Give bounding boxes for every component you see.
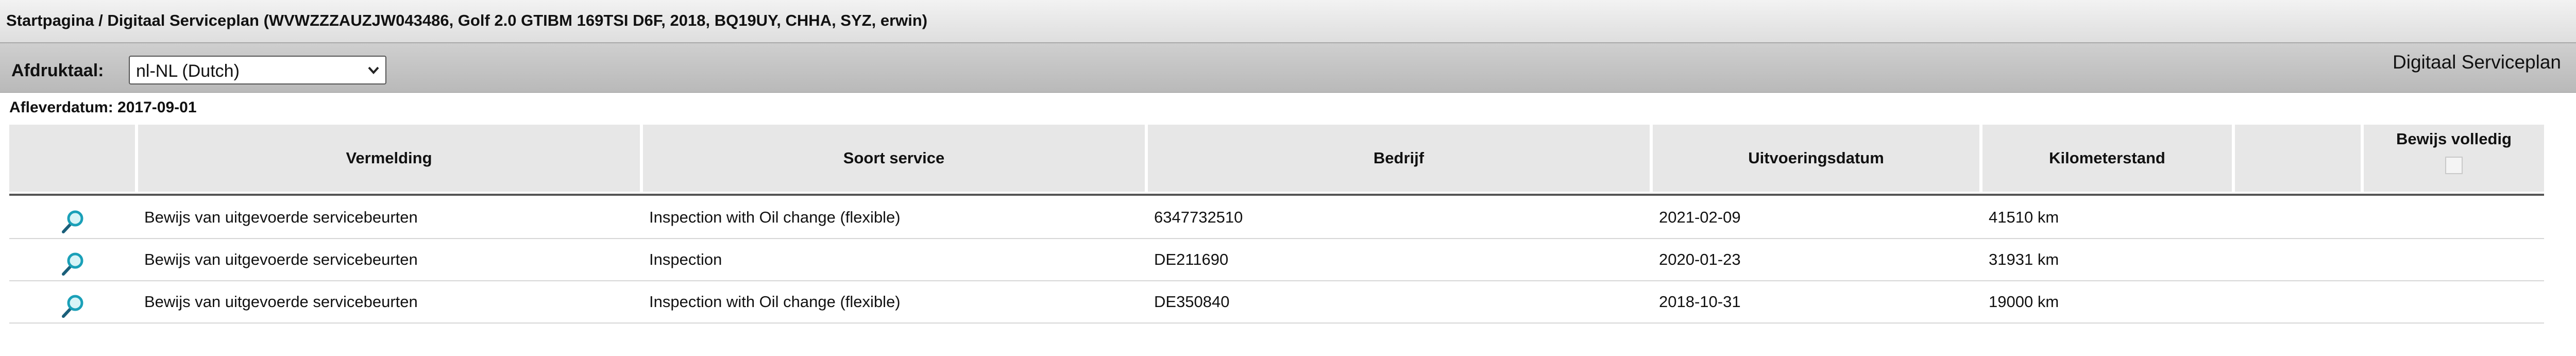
breadcrumb-bar: Startpagina / Digitaal Serviceplan (WVWZ… xyxy=(0,0,2576,43)
cell-soort-service: Inspection xyxy=(649,250,722,268)
table-header-row: Vermelding Soort service Bedrijf Uitvoer… xyxy=(9,125,2544,196)
header-soort-service[interactable]: Soort service xyxy=(643,125,1145,192)
document-title: Digitaal Serviceplan xyxy=(2393,52,2562,73)
cell-bedrijf: DE350840 xyxy=(1154,293,1230,311)
print-language-select[interactable]: nl-NL (Dutch) xyxy=(129,56,386,84)
cell-kilometerstand: 41510 km xyxy=(1989,208,2059,226)
cell-vermelding: Bewijs van uitgevoerde servicebeurten xyxy=(144,250,418,268)
cell-uitvoeringsdatum: 2018-10-31 xyxy=(1659,293,1741,311)
header-bewijs-volledig: Bewijs volledig xyxy=(2364,125,2544,192)
magnifier-icon[interactable] xyxy=(60,294,86,319)
cell-uitvoeringsdatum: 2021-02-09 xyxy=(1659,208,1741,226)
cell-soort-service: Inspection with Oil change (flexible) xyxy=(649,293,901,311)
header-empty-col xyxy=(2235,125,2361,192)
header-vermelding[interactable]: Vermelding xyxy=(138,125,640,192)
print-language-value: nl-NL (Dutch) xyxy=(136,61,240,81)
cell-uitvoeringsdatum: 2020-01-23 xyxy=(1659,250,1741,268)
header-bewijs-label: Bewijs volledig xyxy=(2396,130,2512,148)
cell-kilometerstand: 31931 km xyxy=(1989,250,2059,268)
header-bedrijf[interactable]: Bedrijf xyxy=(1148,125,1650,192)
cell-bedrijf: 6347732510 xyxy=(1154,208,1243,226)
breadcrumb[interactable]: Startpagina / Digitaal Serviceplan (WVWZ… xyxy=(6,11,927,30)
chevron-down-icon xyxy=(368,66,379,74)
magnifier-icon[interactable] xyxy=(60,209,86,235)
header-uitvoeringsdatum[interactable]: Uitvoeringsdatum xyxy=(1653,125,1979,192)
header-kilometerstand[interactable]: Kilometerstand xyxy=(1982,125,2232,192)
cell-vermelding: Bewijs van uitgevoerde servicebeurten xyxy=(144,208,418,226)
table-row: Bewijs van uitgevoerde servicebeurten In… xyxy=(9,239,2544,281)
header-action-col xyxy=(9,125,135,192)
toolbar: Afdruktaal: nl-NL (Dutch) Digitaal Servi… xyxy=(0,43,2576,93)
magnifier-icon[interactable] xyxy=(60,251,86,277)
table-row: Bewijs van uitgevoerde servicebeurten In… xyxy=(9,281,2544,324)
bewijs-volledig-checkbox[interactable] xyxy=(2445,157,2463,174)
table-row: Bewijs van uitgevoerde servicebeurten In… xyxy=(9,197,2544,239)
cell-vermelding: Bewijs van uitgevoerde servicebeurten xyxy=(144,293,418,311)
cell-soort-service: Inspection with Oil change (flexible) xyxy=(649,208,901,226)
delivery-date: Afleverdatum: 2017-09-01 xyxy=(9,99,197,116)
cell-bedrijf: DE211690 xyxy=(1154,250,1229,268)
print-language-label: Afdruktaal: xyxy=(11,61,104,80)
cell-kilometerstand: 19000 km xyxy=(1989,293,2059,311)
